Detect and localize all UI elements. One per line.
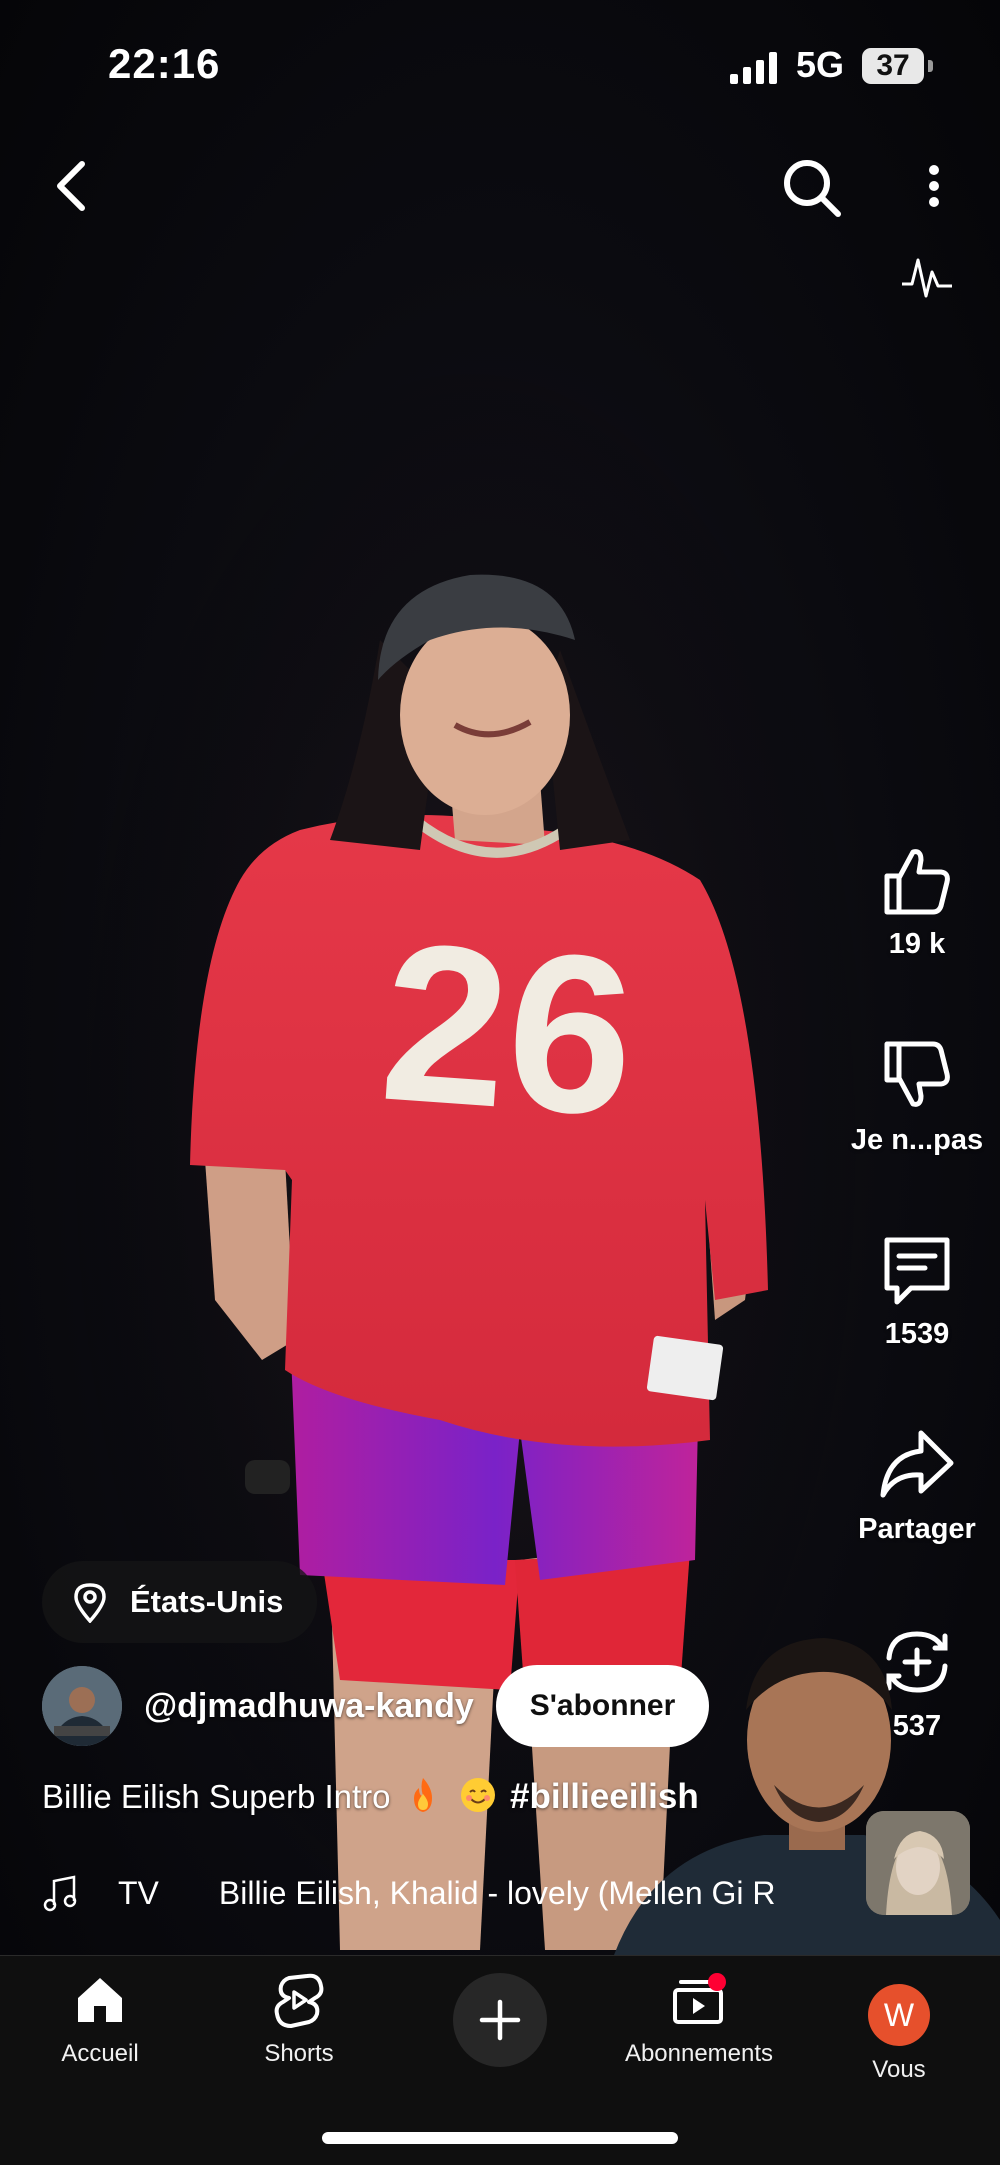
video-hashtag[interactable]: #billieeilish bbox=[510, 1777, 699, 1816]
more-vertical-icon bbox=[929, 165, 939, 207]
thumbs-up-icon bbox=[884, 849, 950, 915]
nav-shorts[interactable]: Shorts bbox=[199, 1970, 399, 2068]
thumbs-down-icon bbox=[884, 1041, 950, 1107]
battery-icon: 37 bbox=[862, 48, 924, 84]
nav-subscriptions-label: Abonnements bbox=[624, 2040, 774, 2067]
svg-text:26: 26 bbox=[375, 895, 642, 1164]
network-type: 5G bbox=[796, 44, 845, 85]
waveform-icon[interactable] bbox=[900, 250, 954, 304]
subscriptions-icon bbox=[673, 1973, 726, 2024]
subscribe-button[interactable]: S'abonner bbox=[495, 1665, 710, 1747]
sound-thumbnail[interactable] bbox=[866, 1811, 970, 1915]
music-track: Billie Eilish, Khalid - lovely (Mellen G… bbox=[218, 1874, 776, 1911]
nav-home-label: Accueil bbox=[61, 2040, 139, 2067]
like-count: 19 k bbox=[888, 928, 946, 960]
notification-dot bbox=[708, 1973, 726, 1991]
nav-shorts-label: Shorts bbox=[264, 2040, 334, 2067]
chevron-left-icon bbox=[57, 161, 85, 211]
battery-nub bbox=[928, 60, 933, 72]
plus-icon bbox=[479, 1999, 521, 2041]
music-prefix: TV bbox=[118, 1874, 159, 1911]
status-bar: 22:16 5G 37 bbox=[0, 0, 1000, 130]
music-row[interactable]: TV Billie Eilish, Khalid - lovely (Melle… bbox=[42, 1868, 872, 1918]
nav-home[interactable]: Accueil bbox=[0, 1970, 200, 2068]
channel-avatar-image bbox=[42, 1666, 122, 1746]
channel-avatar[interactable] bbox=[42, 1666, 122, 1746]
share-icon bbox=[880, 1430, 954, 1498]
home-indicator[interactable] bbox=[322, 2132, 678, 2144]
signal-icon bbox=[730, 52, 777, 84]
smiling-face-emoji-icon bbox=[460, 1778, 495, 1812]
status-time: 22:16 bbox=[108, 40, 221, 87]
fire-emoji-icon bbox=[413, 1778, 432, 1812]
share-button[interactable]: Partager bbox=[837, 1425, 997, 1546]
nav-you[interactable]: W Vous bbox=[799, 1970, 999, 2084]
back-button[interactable] bbox=[40, 150, 104, 222]
share-label: Partager bbox=[858, 1513, 976, 1545]
sound-thumbnail-image bbox=[866, 1811, 970, 1915]
user-avatar: W bbox=[868, 1984, 930, 2046]
channel-name[interactable]: @djmadhuwa-kandy bbox=[144, 1687, 474, 1726]
nav-you-label: Vous bbox=[872, 2056, 926, 2083]
shorts-icon bbox=[274, 1973, 324, 2028]
comment-count: 1539 bbox=[884, 1318, 950, 1350]
comments-button[interactable]: 1539 bbox=[837, 1230, 997, 1351]
video-title[interactable]: Billie Eilish Superb Intro #billieeilish bbox=[42, 1776, 699, 1817]
like-button[interactable]: 19 k bbox=[837, 840, 997, 961]
location-label: États-Unis bbox=[130, 1584, 284, 1619]
create-button[interactable] bbox=[453, 1973, 547, 2067]
dislike-label: Je n...pas bbox=[850, 1124, 984, 1156]
nav-subscriptions[interactable]: Abonnements bbox=[599, 1970, 799, 2068]
more-options-button[interactable] bbox=[910, 150, 958, 222]
location-pin-icon bbox=[74, 1583, 106, 1623]
home-icon bbox=[78, 1978, 122, 2022]
dislike-button[interactable]: Je n...pas bbox=[837, 1036, 997, 1157]
location-chip[interactable]: États-Unis bbox=[42, 1561, 318, 1643]
search-icon bbox=[784, 160, 841, 217]
music-note-icon bbox=[43, 1875, 77, 1912]
comment-icon bbox=[884, 1237, 950, 1305]
search-button[interactable] bbox=[776, 150, 848, 222]
video-title-text: Billie Eilish Superb Intro bbox=[42, 1778, 391, 1815]
channel-row: @djmadhuwa-kandy S'abonner bbox=[42, 1665, 710, 1747]
